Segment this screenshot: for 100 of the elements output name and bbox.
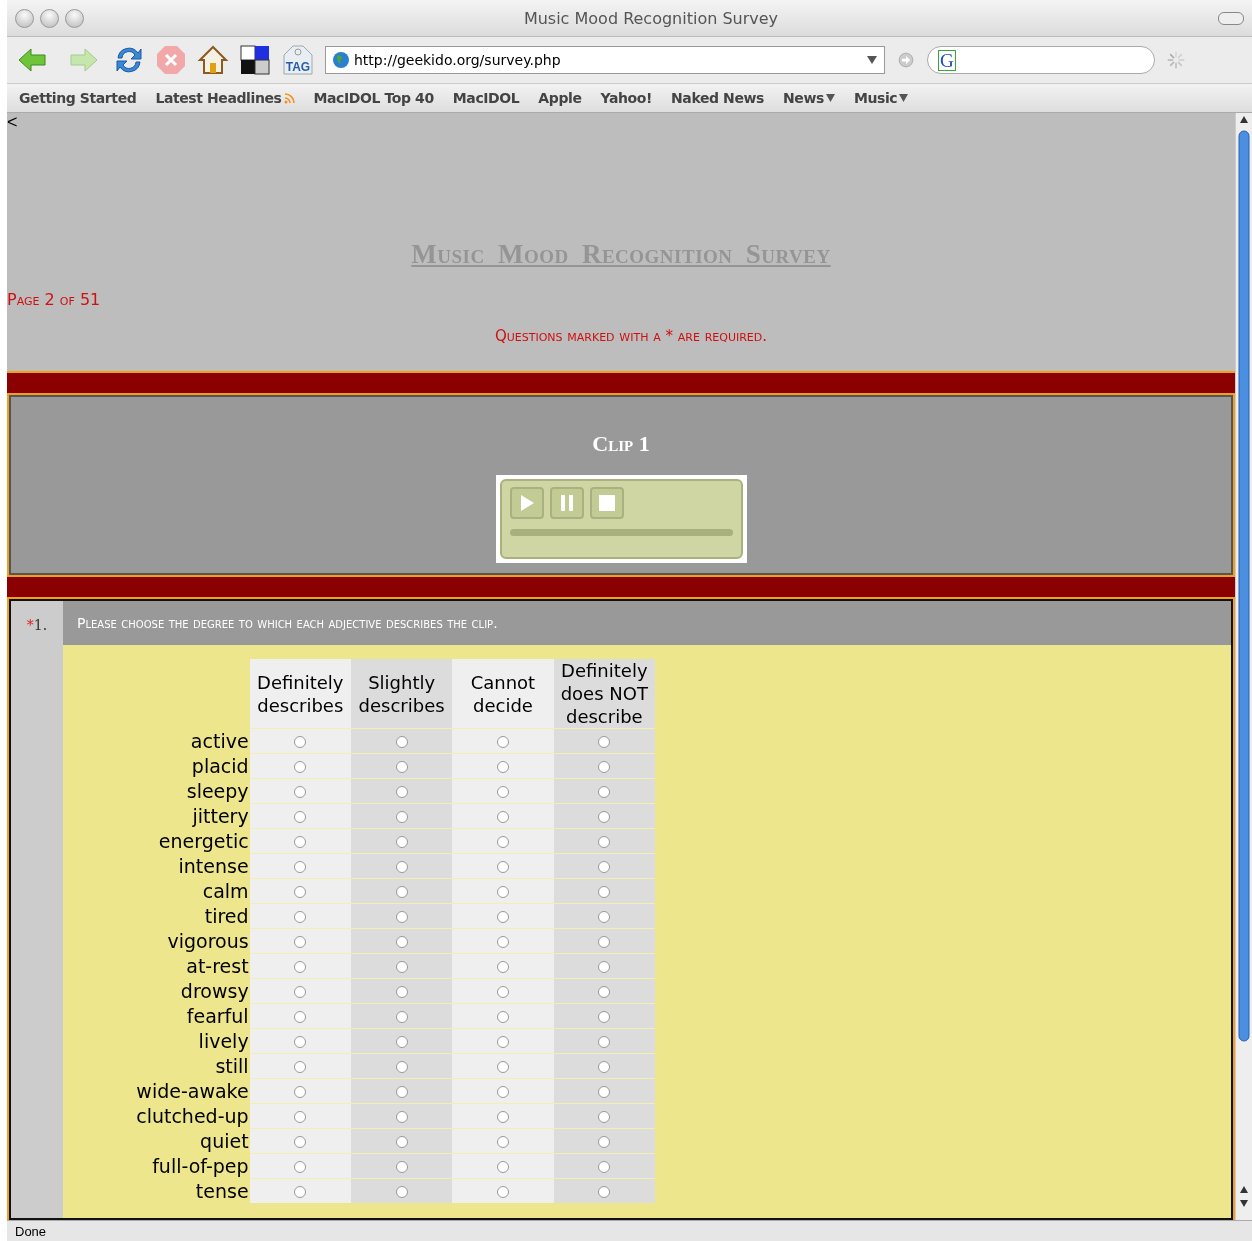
close-window-button[interactable] (15, 8, 34, 28)
radio-button[interactable] (496, 936, 509, 948)
home-icon[interactable] (197, 44, 229, 76)
radio-button[interactable] (294, 1061, 307, 1073)
search-engine-icon[interactable]: G (938, 49, 956, 71)
radio-button[interactable] (496, 1086, 509, 1098)
radio-button[interactable] (395, 1011, 408, 1023)
bookmark-item[interactable]: News (783, 90, 835, 106)
radio-button[interactable] (598, 811, 611, 823)
progress-track[interactable] (509, 529, 733, 536)
radio-button[interactable] (496, 761, 509, 773)
radio-button[interactable] (395, 886, 408, 898)
radio-button[interactable] (598, 836, 611, 848)
bookmark-item[interactable]: Apple (538, 90, 582, 106)
radio-button[interactable] (496, 736, 509, 748)
radio-button[interactable] (598, 861, 611, 873)
radio-button[interactable] (395, 1086, 408, 1098)
radio-button[interactable] (598, 1011, 611, 1023)
radio-button[interactable] (294, 836, 307, 848)
radio-button[interactable] (395, 911, 408, 923)
radio-button[interactable] (395, 1036, 408, 1048)
radio-button[interactable] (395, 936, 408, 948)
radio-button[interactable] (598, 1111, 611, 1123)
bookmark-item[interactable]: MacIDOL (452, 90, 520, 106)
radio-button[interactable] (496, 836, 509, 848)
radio-button[interactable] (496, 811, 509, 823)
loading-spinner-icon[interactable] (1165, 49, 1187, 71)
radio-button[interactable] (496, 886, 509, 898)
radio-button[interactable] (395, 1111, 408, 1123)
stop-icon[interactable] (155, 44, 187, 76)
radio-button[interactable] (294, 736, 307, 748)
radio-button[interactable] (395, 1061, 408, 1073)
radio-button[interactable] (496, 911, 509, 923)
radio-button[interactable] (598, 1161, 611, 1173)
dropdown-arrow-icon[interactable] (866, 55, 878, 65)
radio-button[interactable] (496, 861, 509, 873)
radio-button[interactable] (294, 1161, 307, 1173)
radio-button[interactable] (294, 761, 307, 773)
bookmark-item[interactable]: Yahoo! (600, 90, 653, 106)
radio-button[interactable] (294, 886, 307, 898)
radio-button[interactable] (294, 1011, 307, 1023)
bookmark-item[interactable]: Latest Headlines (155, 90, 295, 106)
radio-button[interactable] (496, 1036, 509, 1048)
reload-icon[interactable] (113, 44, 145, 76)
radio-button[interactable] (294, 786, 307, 798)
stop-button[interactable] (589, 487, 624, 519)
bookmark-item[interactable]: Getting Started (19, 90, 137, 106)
radio-button[interactable] (395, 961, 408, 973)
radio-button[interactable] (294, 1086, 307, 1098)
radio-button[interactable] (598, 986, 611, 998)
radio-button[interactable] (496, 1011, 509, 1023)
radio-button[interactable] (395, 786, 408, 798)
radio-button[interactable] (395, 861, 408, 873)
radio-button[interactable] (598, 736, 611, 748)
radio-button[interactable] (496, 786, 509, 798)
radio-button[interactable] (294, 1111, 307, 1123)
radio-button[interactable] (294, 1036, 307, 1048)
grid-squares-icon[interactable] (239, 44, 271, 76)
address-field[interactable]: http://geekido.org/survey.php (325, 46, 885, 74)
radio-button[interactable] (496, 1186, 509, 1198)
radio-button[interactable] (294, 811, 307, 823)
bookmark-item[interactable]: Music (853, 90, 909, 106)
zoom-window-button[interactable] (65, 8, 84, 28)
radio-button[interactable] (598, 961, 611, 973)
radio-button[interactable] (395, 1136, 408, 1148)
radio-button[interactable] (598, 761, 611, 773)
radio-button[interactable] (294, 1186, 307, 1198)
bookmark-item[interactable]: MacIDOL Top 40 (313, 90, 434, 106)
radio-button[interactable] (598, 911, 611, 923)
radio-button[interactable] (598, 1036, 611, 1048)
radio-button[interactable] (598, 1086, 611, 1098)
radio-button[interactable] (395, 761, 408, 773)
radio-button[interactable] (294, 936, 307, 948)
search-field[interactable]: G (927, 46, 1155, 74)
radio-button[interactable] (598, 786, 611, 798)
radio-button[interactable] (496, 1061, 509, 1073)
back-link[interactable]: < (7, 113, 18, 131)
radio-button[interactable] (598, 1061, 611, 1073)
radio-button[interactable] (496, 961, 509, 973)
bookmark-item[interactable]: Naked News (671, 90, 764, 106)
radio-button[interactable] (496, 1136, 509, 1148)
radio-button[interactable] (294, 861, 307, 873)
pause-button[interactable] (549, 487, 584, 519)
toolbar-toggle-button[interactable] (1218, 11, 1244, 25)
radio-button[interactable] (598, 936, 611, 948)
play-button[interactable] (509, 487, 544, 519)
radio-button[interactable] (294, 961, 307, 973)
radio-button[interactable] (395, 836, 408, 848)
radio-button[interactable] (294, 1136, 307, 1148)
radio-button[interactable] (496, 1161, 509, 1173)
radio-button[interactable] (496, 986, 509, 998)
radio-button[interactable] (395, 1161, 408, 1173)
radio-button[interactable] (598, 1136, 611, 1148)
radio-button[interactable] (294, 986, 307, 998)
radio-button[interactable] (598, 886, 611, 898)
radio-button[interactable] (395, 986, 408, 998)
radio-button[interactable] (395, 1186, 408, 1198)
radio-button[interactable] (598, 1186, 611, 1198)
tag-icon[interactable]: TAG (281, 43, 315, 77)
minimize-window-button[interactable] (40, 8, 59, 28)
